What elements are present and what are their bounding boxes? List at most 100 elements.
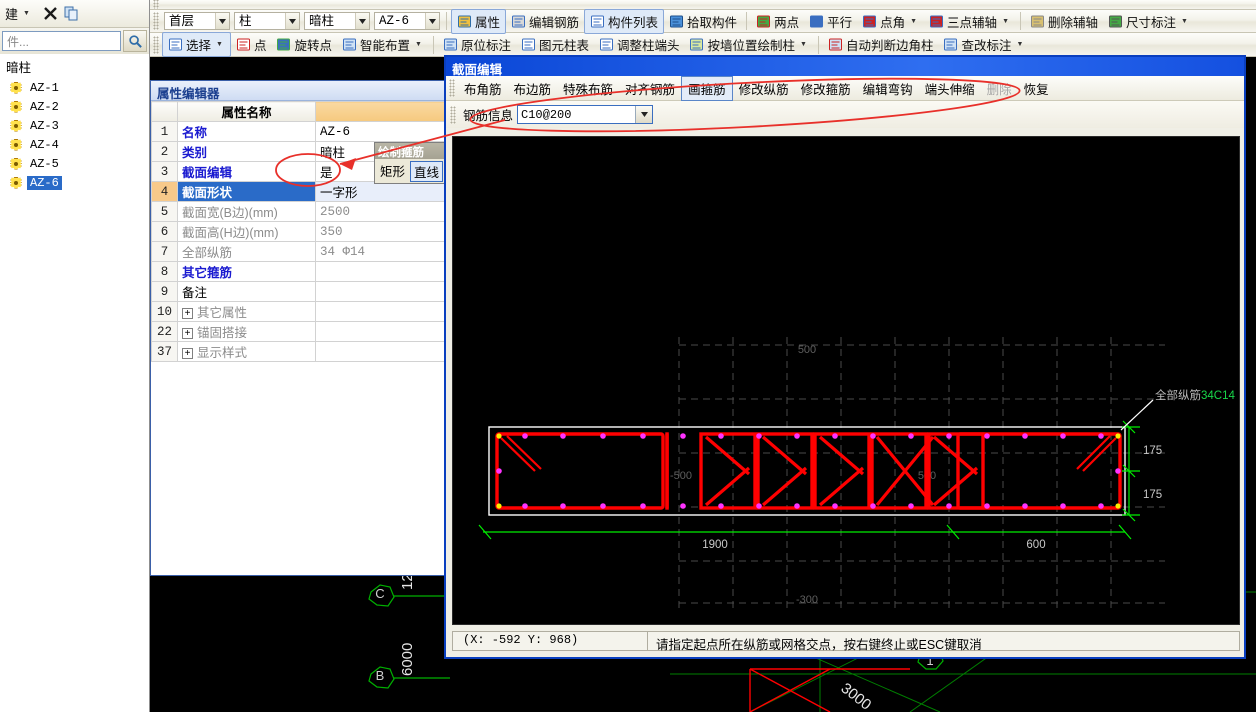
旋转点-button[interactable]: 旋转点: [271, 33, 337, 56]
tree-item-az-3[interactable]: AZ-3: [0, 116, 149, 135]
chevron-down-icon[interactable]: ▼: [1179, 18, 1190, 25]
property-value-cell[interactable]: [315, 301, 445, 322]
section-menu-7[interactable]: 编辑弯钩: [857, 77, 919, 100]
tree-item-az-1[interactable]: AZ-1: [0, 78, 149, 97]
点角-button[interactable]: 点角 ▼: [857, 10, 924, 33]
section-menu-5[interactable]: 修改纵筋: [733, 77, 795, 100]
property-value-cell[interactable]: [315, 261, 445, 282]
自动判断边角柱-button[interactable]: 自动判断边角柱: [823, 33, 939, 56]
property-name-label: 其它箍筋: [182, 266, 233, 280]
close-x-icon[interactable]: [43, 6, 58, 21]
平行-button[interactable]: 平行: [804, 10, 857, 33]
section-menu-4[interactable]: 画箍筋: [681, 75, 733, 101]
chevron-down-icon[interactable]: [215, 13, 229, 29]
tree-item-az-5[interactable]: AZ-5: [0, 154, 149, 173]
调整柱端头-button[interactable]: 调整柱端头: [594, 33, 685, 56]
search-input[interactable]: 件...: [2, 31, 121, 51]
删除辅轴-button[interactable]: 删除辅轴: [1025, 10, 1103, 33]
property-value-cell[interactable]: AZ-6: [315, 121, 445, 142]
floor-select[interactable]: 首层: [164, 12, 230, 30]
property-value-cell[interactable]: 一字形: [315, 181, 445, 202]
table-row[interactable]: 5 截面宽(B边)(mm) 2500: [151, 201, 445, 222]
chevron-down-icon[interactable]: ▼: [1014, 41, 1025, 48]
member-select[interactable]: AZ-6: [374, 12, 440, 30]
table-row[interactable]: 8 其它箍筋: [151, 261, 445, 282]
table-row[interactable]: 6 截面高(H边)(mm) 350: [151, 221, 445, 242]
table-row[interactable]: 7 全部纵筋 34 Φ14: [151, 241, 445, 262]
table-row[interactable]: 37 + 显示样式: [151, 341, 445, 362]
toolbar-grip[interactable]: [153, 0, 159, 9]
toolbar-grip[interactable]: [450, 105, 456, 124]
section-menu-0[interactable]: 布角筋: [458, 77, 508, 100]
search-icon[interactable]: [123, 30, 147, 52]
两点-button[interactable]: 两点: [751, 10, 804, 33]
property-value-cell[interactable]: 2500: [315, 201, 445, 222]
search-row: 件...: [0, 28, 149, 54]
type-select[interactable]: 暗柱: [304, 12, 370, 30]
new-component-button[interactable]: 建 ▼: [0, 2, 37, 25]
button-label: 尺寸标注: [1126, 15, 1177, 30]
section-menu-3[interactable]: 对齐钢筋: [619, 77, 681, 100]
table-row[interactable]: 10 + 其它属性: [151, 301, 445, 322]
尺寸标注-button[interactable]: 尺寸标注 ▼: [1103, 10, 1195, 33]
section-edit-title-bar[interactable]: 截面编辑: [446, 57, 1244, 77]
section-drawing-canvas[interactable]: 500 -500 500 -300 1900 600 175 175 全部纵筋 …: [452, 136, 1240, 625]
rebar-info-combobox[interactable]: C10@200: [517, 105, 654, 124]
chevron-down-icon[interactable]: ▼: [798, 41, 809, 48]
copy-icon[interactable]: [64, 6, 79, 21]
chevron-down-icon[interactable]: [425, 13, 439, 29]
property-value-cell[interactable]: [315, 281, 445, 302]
选择-button[interactable]: 选择 ▼: [162, 32, 231, 57]
chevron-down-icon[interactable]: [355, 13, 369, 29]
section-menu-9[interactable]: 删除: [981, 77, 1018, 100]
点-button[interactable]: 点: [231, 33, 272, 56]
row-index: 22: [151, 321, 178, 342]
section-menu-1[interactable]: 布边筋: [508, 77, 558, 100]
property-value-cell[interactable]: [315, 321, 445, 342]
查改标注-button[interactable]: 查改标注 ▼: [938, 33, 1030, 56]
chevron-down-icon[interactable]: [285, 13, 299, 29]
tree-item-az-6[interactable]: AZ-6: [0, 173, 149, 192]
auto-corner-column-icon: [828, 37, 843, 52]
section-menu-10[interactable]: 恢复: [1018, 77, 1055, 100]
构件列表-button[interactable]: 构件列表: [584, 8, 665, 34]
图元柱表-button[interactable]: 图元柱表: [516, 33, 594, 56]
toolbar-grip[interactable]: [153, 12, 159, 30]
category-select[interactable]: 柱: [234, 12, 300, 30]
按墙位置绘制柱-button[interactable]: 按墙位置绘制柱 ▼: [684, 33, 813, 56]
table-row[interactable]: 4 截面形状 一字形: [151, 181, 445, 202]
button-label: 自动判断边角柱: [845, 39, 934, 53]
chevron-down-icon[interactable]: ▼: [413, 41, 424, 48]
table-row[interactable]: 9 备注: [151, 281, 445, 302]
toolbar-grip[interactable]: [449, 79, 455, 97]
tree-item-az-4[interactable]: AZ-4: [0, 135, 149, 154]
stirrup-shape-rect-button[interactable]: 矩形: [377, 161, 408, 182]
tree-item-az-2[interactable]: AZ-2: [0, 97, 149, 116]
chevron-down-icon[interactable]: ▼: [214, 41, 225, 48]
toolbar-grip[interactable]: [153, 35, 159, 54]
expand-plus-icon[interactable]: +: [182, 308, 193, 320]
table-row[interactable]: 1 名称 AZ-6: [151, 121, 445, 142]
table-row[interactable]: 22 + 锚固搭接: [151, 321, 445, 342]
section-menu-8[interactable]: 端头伸缩: [919, 77, 981, 100]
原位标注-button[interactable]: 原位标注: [438, 33, 516, 56]
property-name-cell: 截面编辑: [177, 161, 316, 182]
拾取构件-button[interactable]: 拾取构件: [664, 10, 742, 33]
chevron-down-icon[interactable]: ▼: [1000, 18, 1011, 25]
stirrup-shape-line-button[interactable]: 直线: [410, 161, 443, 182]
chevron-down-icon[interactable]: [635, 106, 653, 123]
智能布置-button[interactable]: 智能布置 ▼: [337, 33, 429, 56]
main-toolbars: 首层柱暗柱 AZ-6 属性 编辑钢筋 构件列表 拾取构件 两点 平行 点角 ▼ 三点辅轴 ▼ 删除辅轴…: [150, 0, 1256, 57]
property-value-cell[interactable]: 350: [315, 221, 445, 242]
button-label: 点角: [880, 15, 906, 30]
属性-button[interactable]: 属性: [451, 8, 507, 34]
section-menu-6[interactable]: 修改箍筋: [795, 77, 857, 100]
section-menu-2[interactable]: 特殊布筋: [557, 77, 619, 100]
编辑钢筋-button[interactable]: 编辑钢筋: [506, 10, 584, 33]
property-value-cell[interactable]: [315, 341, 445, 362]
expand-plus-icon[interactable]: +: [182, 328, 193, 340]
expand-plus-icon[interactable]: +: [182, 348, 193, 360]
chevron-down-icon[interactable]: ▼: [908, 18, 919, 25]
三点辅轴-button[interactable]: 三点辅轴 ▼: [924, 10, 1016, 33]
property-value-cell[interactable]: 34 Φ14: [315, 241, 445, 262]
